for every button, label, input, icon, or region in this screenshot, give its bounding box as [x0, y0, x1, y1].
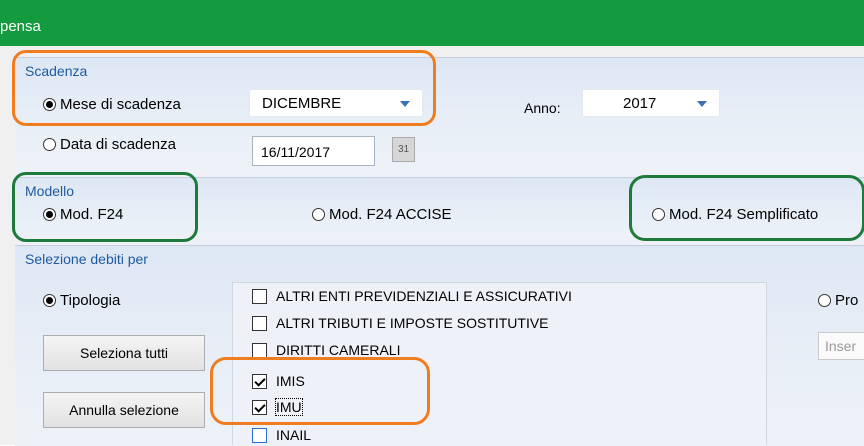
pro-radio[interactable]: Pro	[818, 292, 858, 309]
mese-scadenza-value: DICEMBRE	[262, 95, 342, 112]
list-item-label: IMU	[275, 398, 303, 416]
checkbox	[252, 288, 267, 304]
mod-f24-semplificato-label: Mod. F24 Semplificato	[669, 206, 819, 223]
checkbox	[252, 342, 267, 358]
tipologia-radio[interactable]: Tipologia	[43, 292, 120, 309]
mod-f24-label: Mod. F24	[60, 206, 124, 223]
mese-scadenza-label: Mese di scadenza	[60, 96, 181, 113]
checkbox	[252, 315, 267, 331]
list-item-label: INAIL	[276, 427, 312, 443]
checkbox	[252, 373, 267, 389]
modello-header: Modello	[25, 183, 75, 199]
data-scadenza-radio[interactable]: Data di scadenza	[43, 136, 176, 153]
scadenza-group: Scadenza	[15, 57, 864, 178]
inserisci-input[interactable]: Inser	[818, 332, 864, 360]
radio-indicator	[43, 208, 56, 221]
calendar-icon: 31	[397, 144, 410, 155]
list-item[interactable]: ALTRI TRIBUTI E IMPOSTE SOSTITUTIVE	[252, 315, 549, 331]
chevron-down-icon	[400, 101, 410, 107]
radio-indicator	[43, 294, 56, 307]
calendar-button[interactable]: 31	[392, 137, 415, 162]
list-item[interactable]: IMIS	[252, 373, 305, 389]
list-item[interactable]: IMU	[252, 398, 303, 416]
radio-indicator	[312, 208, 325, 221]
radio-indicator	[818, 294, 831, 307]
mod-f24-accise-label: Mod. F24 ACCISE	[329, 206, 452, 223]
data-scadenza-field[interactable]: 16/11/2017	[252, 136, 375, 166]
tipologia-checklist	[232, 282, 767, 445]
list-item[interactable]: INAIL	[252, 427, 311, 443]
radio-indicator	[43, 98, 56, 111]
pro-label: Pro	[835, 292, 859, 309]
mese-scadenza-radio[interactable]: Mese di scadenza	[43, 96, 181, 113]
annulla-selezione-button[interactable]: Annulla selezione	[43, 392, 205, 428]
window-title: pensa	[0, 18, 41, 35]
checkbox	[252, 399, 267, 415]
mese-scadenza-dropdown[interactable]: DICEMBRE	[249, 89, 423, 117]
radio-indicator	[652, 208, 665, 221]
seleziona-tutti-button[interactable]: Seleziona tutti	[43, 335, 205, 371]
checkbox	[252, 427, 267, 443]
anno-dropdown[interactable]: 2017	[582, 89, 720, 117]
list-item[interactable]: ALTRI ENTI PREVIDENZIALI E ASSICURATIVI	[252, 288, 572, 304]
inserisci-placeholder: Inser	[825, 338, 857, 354]
chevron-down-icon	[697, 101, 707, 107]
anno-value: 2017	[623, 95, 657, 112]
title-bar: pensa	[0, 0, 864, 46]
data-scadenza-label: Data di scadenza	[60, 136, 176, 153]
anno-label: Anno:	[524, 100, 561, 116]
mod-f24-semplificato-radio[interactable]: Mod. F24 Semplificato	[652, 206, 818, 223]
data-scadenza-value: 16/11/2017	[261, 144, 331, 160]
radio-indicator	[43, 138, 56, 151]
list-item-label: DIRITTI CAMERALI	[276, 342, 401, 358]
scadenza-header: Scadenza	[25, 63, 88, 79]
list-item-label: IMIS	[276, 373, 305, 389]
tipologia-label: Tipologia	[60, 292, 121, 309]
list-item-label: ALTRI TRIBUTI E IMPOSTE SOSTITUTIVE	[276, 315, 549, 331]
selezione-header: Selezione debiti per	[25, 251, 148, 267]
mod-f24-accise-radio[interactable]: Mod. F24 ACCISE	[312, 206, 452, 223]
list-item-label: ALTRI ENTI PREVIDENZIALI E ASSICURATIVI	[276, 288, 572, 304]
list-item[interactable]: DIRITTI CAMERALI	[252, 342, 400, 358]
mod-f24-radio[interactable]: Mod. F24	[43, 206, 123, 223]
